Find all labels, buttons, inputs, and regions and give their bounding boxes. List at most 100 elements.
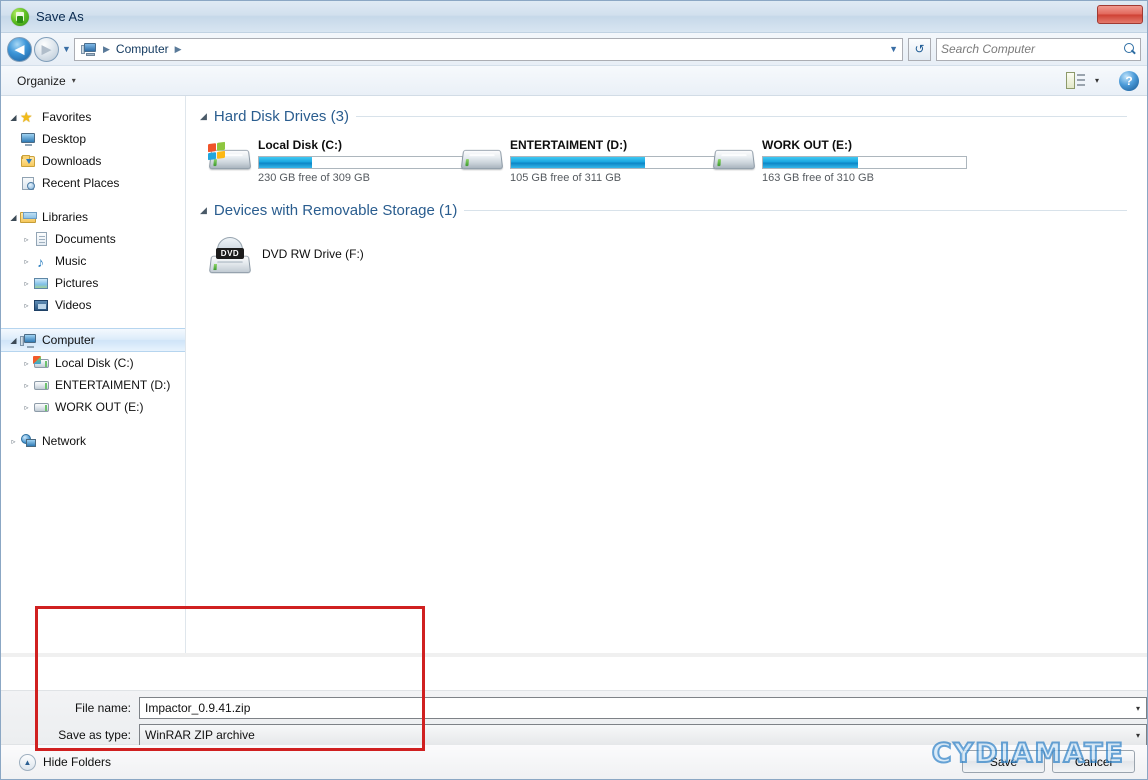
- sidebar-label: Videos: [55, 298, 92, 312]
- history-dropdown-icon[interactable]: ▼: [59, 44, 74, 54]
- sidebar-item-recent-places[interactable]: Recent Places: [1, 172, 185, 194]
- drive-item-work-out-e[interactable]: WORK OUT (E:) 163 GB free of 310 GB: [704, 133, 967, 188]
- address-bar: ◀ ▶ ▼ ▶ Computer ▶ ▼ ↺ Search Computer: [1, 33, 1147, 66]
- capacity-bar-fill: [511, 157, 645, 168]
- save-as-type-select[interactable]: WinRAR ZIP archive ▾: [139, 724, 1147, 746]
- device-item-dvd-rw-drive-f[interactable]: DVD DVD RW Drive (F:): [200, 227, 452, 281]
- device-name: DVD RW Drive (F:): [262, 247, 364, 261]
- sidebar-item-favorites[interactable]: ◢ ★ Favorites: [1, 106, 185, 128]
- expander-icon[interactable]: ◢: [7, 336, 20, 345]
- computer-icon: [20, 333, 37, 348]
- expander-icon[interactable]: ◢: [200, 205, 207, 216]
- sidebar-label: Favorites: [42, 110, 92, 124]
- group-header-hard-disk-drives[interactable]: ◢ Hard Disk Drives (3): [200, 108, 1147, 125]
- sidebar-label: Pictures: [55, 276, 99, 290]
- drive-info: WORK OUT (E:) 163 GB free of 310 GB: [762, 137, 967, 184]
- downloads-folder-icon: [20, 154, 37, 169]
- help-icon[interactable]: ?: [1119, 70, 1139, 91]
- cancel-button[interactable]: Cancel: [1052, 750, 1135, 773]
- chevron-down-icon: ▾: [71, 76, 76, 85]
- drive-item-local-disk-c[interactable]: Local Disk (C:) 230 GB free of 309 GB: [200, 133, 463, 188]
- breadcrumb-separator-trailing[interactable]: ▶: [172, 44, 185, 55]
- sidebar-label: ENTERTAIMENT (D:): [55, 378, 171, 392]
- title-bar: Save As: [1, 1, 1147, 33]
- hard-drive-icon: [710, 137, 762, 179]
- sidebar-item-documents[interactable]: ▹ Documents: [1, 228, 185, 250]
- hard-drive-windows-icon: [206, 137, 258, 179]
- device-row: DVD DVD RW Drive (F:): [200, 227, 1147, 281]
- back-button[interactable]: ◀: [7, 36, 32, 62]
- close-icon[interactable]: [1097, 5, 1143, 24]
- library-icon: [20, 210, 37, 225]
- sidebar-label: Computer: [42, 333, 95, 347]
- sidebar-item-network[interactable]: ▹ Network: [1, 430, 185, 452]
- expander-icon[interactable]: ▹: [20, 279, 33, 288]
- sidebar-label: Network: [42, 434, 87, 448]
- drive-free-text: 105 GB free of 311 GB: [510, 172, 622, 184]
- forward-button[interactable]: ▶: [34, 36, 59, 62]
- hard-drive-icon: [33, 378, 50, 393]
- expander-icon[interactable]: ▹: [20, 235, 33, 244]
- chevron-down-icon[interactable]: ▾: [1136, 731, 1140, 740]
- chevron-up-circle-icon: ▲: [19, 753, 36, 771]
- view-dropdown-icon[interactable]: ▾: [1089, 76, 1105, 85]
- desktop-icon: [20, 132, 37, 147]
- hide-folders-button[interactable]: ▲ Hide Folders: [19, 753, 112, 771]
- save-button[interactable]: Save: [962, 750, 1045, 773]
- breadcrumb-bar[interactable]: ▶ Computer ▶ ▼: [74, 37, 903, 61]
- search-input[interactable]: Search Computer: [936, 37, 1141, 61]
- file-name-value: Impactor_0.9.41.zip: [145, 701, 251, 715]
- file-name-row: File name: Impactor_0.9.41.zip ▾: [1, 697, 1147, 719]
- view-options-icon[interactable]: [1065, 72, 1085, 89]
- drive-item-entertaiment-d[interactable]: ENTERTAIMENT (D:) 105 GB free of 311 GB: [452, 133, 715, 188]
- group-header-removable-storage[interactable]: ◢ Devices with Removable Storage (1): [200, 202, 1147, 219]
- expander-icon[interactable]: ◢: [7, 213, 20, 222]
- sidebar-item-local-disk-c[interactable]: ▹ Local Disk (C:): [1, 352, 185, 374]
- sidebar-item-downloads[interactable]: Downloads: [1, 150, 185, 172]
- breadcrumb-item-computer[interactable]: Computer: [113, 40, 172, 58]
- chevron-down-icon[interactable]: ▾: [1136, 704, 1140, 713]
- back-arrow-icon: ◀: [14, 41, 25, 57]
- capacity-bar: [762, 156, 967, 169]
- expander-icon[interactable]: ▹: [7, 437, 20, 446]
- sidebar-item-music[interactable]: ▹ ♪ Music: [1, 250, 185, 272]
- sidebar-item-computer[interactable]: ◢ Computer: [1, 328, 185, 352]
- expander-icon[interactable]: ▹: [20, 301, 33, 310]
- capacity-bar: [258, 156, 463, 169]
- group-title[interactable]: Devices with Removable Storage (1): [214, 202, 457, 219]
- app-green-icon: [11, 7, 29, 26]
- toolbar-right-group: ▾ ?: [1065, 70, 1139, 91]
- group-title[interactable]: Hard Disk Drives (3): [214, 108, 349, 125]
- sidebar-item-libraries[interactable]: ◢ Libraries: [1, 206, 185, 228]
- organize-label: Organize: [17, 73, 66, 88]
- capacity-bar-fill: [763, 157, 859, 168]
- sidebar-group-network: ▹ Network: [1, 430, 185, 452]
- expander-icon[interactable]: ▹: [20, 257, 33, 266]
- sidebar-group-computer: ◢ Computer ▹ Local Disk (C:) ▹ ENTERTAIM…: [1, 328, 185, 418]
- refresh-button[interactable]: ↺: [908, 37, 931, 61]
- music-icon: ♪: [37, 253, 44, 270]
- organize-button[interactable]: Organize ▾: [9, 71, 84, 91]
- forward-arrow-icon: ▶: [41, 41, 52, 57]
- navigation-sidebar[interactable]: ◢ ★ Favorites Desktop Downloads Recent P…: [1, 96, 186, 653]
- search-icon[interactable]: [1123, 42, 1136, 56]
- search-placeholder: Search Computer: [941, 42, 1036, 56]
- breadcrumb-dropdown-icon[interactable]: ▼: [889, 44, 898, 54]
- sidebar-item-work-out-e[interactable]: ▹ WORK OUT (E:): [1, 396, 185, 418]
- expander-icon[interactable]: ◢: [7, 113, 20, 122]
- hide-folders-label: Hide Folders: [43, 755, 112, 769]
- file-name-input[interactable]: Impactor_0.9.41.zip ▾: [139, 697, 1147, 719]
- file-list-pane[interactable]: ◢ Hard Disk Drives (3) Local Disk (C:) 2…: [186, 96, 1147, 653]
- sidebar-item-videos[interactable]: ▹ Videos: [1, 294, 185, 316]
- drive-free-text: 230 GB free of 309 GB: [258, 172, 370, 184]
- sidebar-item-desktop[interactable]: Desktop: [1, 128, 185, 150]
- expander-icon[interactable]: ◢: [200, 111, 207, 122]
- sidebar-label: Downloads: [42, 154, 102, 168]
- expander-icon[interactable]: ▹: [20, 403, 33, 412]
- documents-icon: [33, 231, 50, 247]
- expander-icon[interactable]: ▹: [20, 359, 33, 368]
- videos-icon: [33, 298, 50, 313]
- sidebar-item-entertaiment-d[interactable]: ▹ ENTERTAIMENT (D:): [1, 374, 185, 396]
- sidebar-item-pictures[interactable]: ▹ Pictures: [1, 272, 185, 294]
- expander-icon[interactable]: ▹: [20, 381, 33, 390]
